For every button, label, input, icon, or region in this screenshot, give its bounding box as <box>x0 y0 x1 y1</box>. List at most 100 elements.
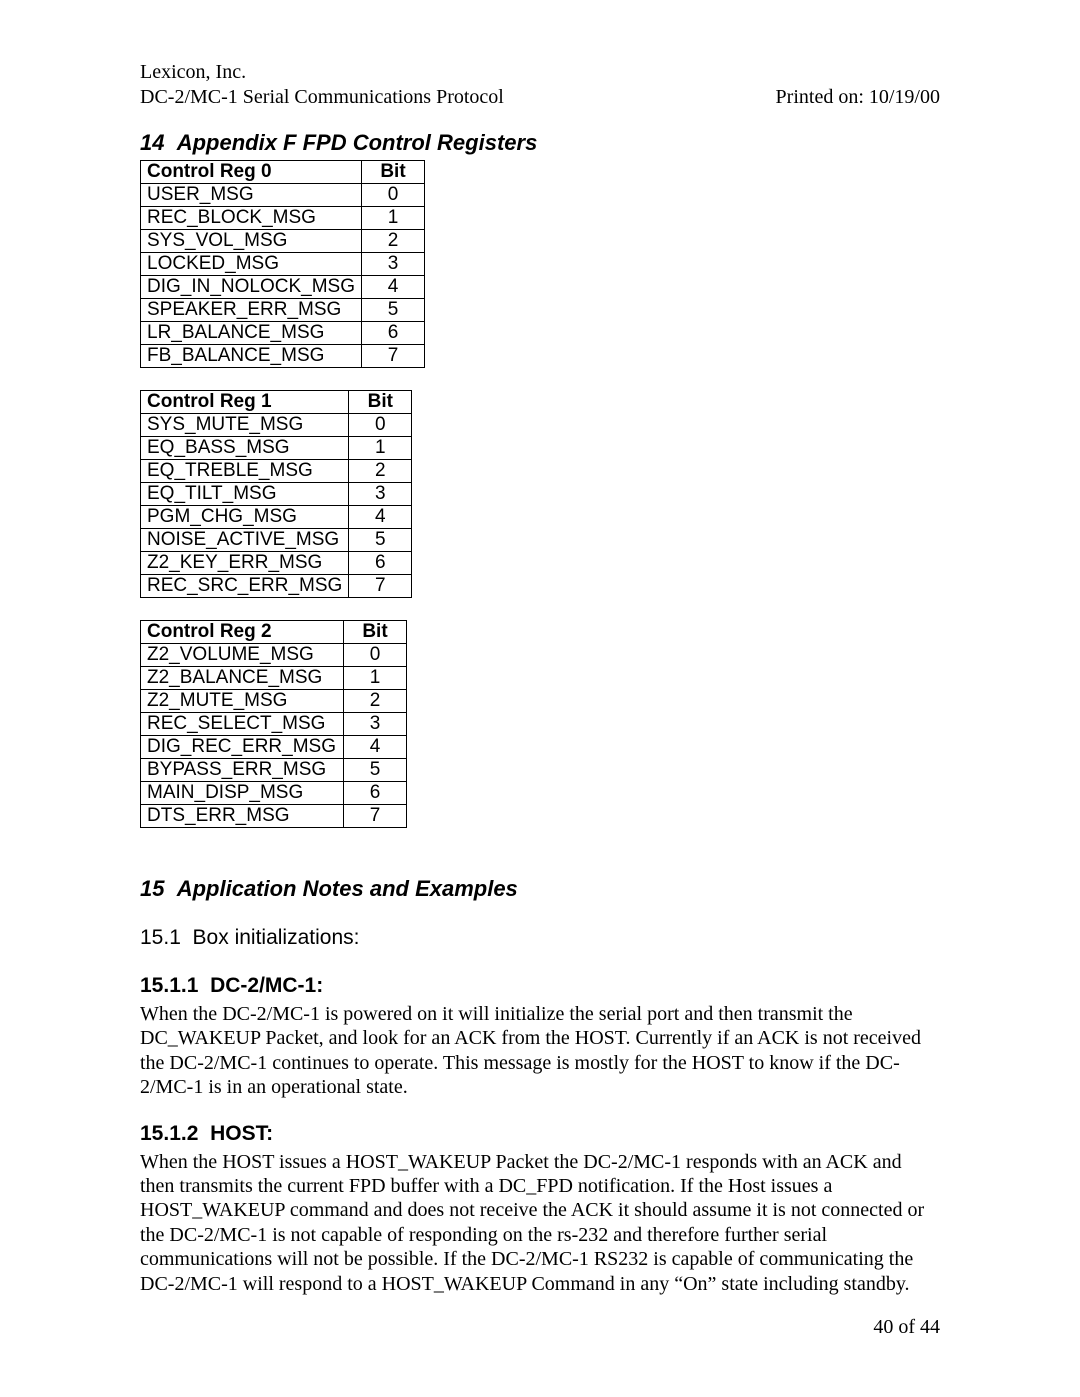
reg-name: Z2_MUTE_MSG <box>141 690 344 713</box>
table-row: Z2_BALANCE_MSG1 <box>141 667 407 690</box>
table-row: LR_BALANCE_MSG6 <box>141 322 425 345</box>
table-row: USER_MSG0 <box>141 184 425 207</box>
reg-name: MAIN_DISP_MSG <box>141 782 344 805</box>
subsection-15-1-1-number: 15.1.1 <box>140 974 198 997</box>
header-left: Lexicon, Inc. DC-2/MC-1 Serial Communica… <box>140 60 504 110</box>
subsection-15-1-heading: 15.1 Box initializations: <box>140 926 940 950</box>
section-15-heading: 15 Application Notes and Examples <box>140 876 940 902</box>
table-row: REC_BLOCK_MSG1 <box>141 207 425 230</box>
table-header-bit: Bit <box>344 621 407 644</box>
control-reg-0-table: Control Reg 0 Bit USER_MSG0 REC_BLOCK_MS… <box>140 160 425 368</box>
reg-bit: 2 <box>344 690 407 713</box>
reg-name: LR_BALANCE_MSG <box>141 322 362 345</box>
header-right: Printed on: 10/19/00 <box>776 85 940 110</box>
reg-bit: 5 <box>344 759 407 782</box>
reg-bit: 4 <box>344 736 407 759</box>
subsection-15-1-1-title: DC-2/MC-1: <box>210 974 323 997</box>
reg-bit: 1 <box>362 207 425 230</box>
page-header: Lexicon, Inc. DC-2/MC-1 Serial Communica… <box>140 60 940 110</box>
reg-bit: 6 <box>362 322 425 345</box>
table-row: NOISE_ACTIVE_MSG5 <box>141 529 412 552</box>
control-reg-2-table: Control Reg 2 Bit Z2_VOLUME_MSG0 Z2_BALA… <box>140 620 407 828</box>
table-row: EQ_TILT_MSG3 <box>141 483 412 506</box>
printed-on: Printed on: 10/19/00 <box>776 85 940 110</box>
table-header-name: Control Reg 1 <box>141 391 349 414</box>
table-row: BYPASS_ERR_MSG5 <box>141 759 407 782</box>
reg-name: BYPASS_ERR_MSG <box>141 759 344 782</box>
table-row: EQ_TREBLE_MSG2 <box>141 460 412 483</box>
subsection-15-1-2-heading: 15.1.2 HOST: <box>140 1122 940 1146</box>
reg-name: EQ_TREBLE_MSG <box>141 460 349 483</box>
reg-name: DIG_REC_ERR_MSG <box>141 736 344 759</box>
subsection-15-1-2-title: HOST: <box>210 1122 273 1145</box>
reg-bit: 3 <box>362 253 425 276</box>
table-header-name: Control Reg 0 <box>141 161 362 184</box>
company-name: Lexicon, Inc. <box>140 60 504 85</box>
subsection-15-1-1-heading: 15.1.1 DC-2/MC-1: <box>140 974 940 998</box>
control-reg-1-table: Control Reg 1 Bit SYS_MUTE_MSG0 EQ_BASS_… <box>140 390 412 598</box>
paragraph-15-1-1: When the DC-2/MC-1 is powered on it will… <box>140 1002 940 1100</box>
page: Lexicon, Inc. DC-2/MC-1 Serial Communica… <box>0 0 1080 1397</box>
reg-bit: 0 <box>349 414 412 437</box>
reg-bit: 0 <box>344 644 407 667</box>
table-row: LOCKED_MSG3 <box>141 253 425 276</box>
reg-name: SYS_MUTE_MSG <box>141 414 349 437</box>
reg-name: REC_BLOCK_MSG <box>141 207 362 230</box>
section-15-title: Application Notes and Examples <box>177 876 518 901</box>
table-row: PGM_CHG_MSG4 <box>141 506 412 529</box>
section-14-number: 14 <box>140 130 164 155</box>
reg-bit: 2 <box>349 460 412 483</box>
table-row: DIG_IN_NOLOCK_MSG4 <box>141 276 425 299</box>
table-row: SYS_VOL_MSG2 <box>141 230 425 253</box>
reg-name: LOCKED_MSG <box>141 253 362 276</box>
section-14-title: Appendix F FPD Control Registers <box>177 130 538 155</box>
reg-name: EQ_TILT_MSG <box>141 483 349 506</box>
subsection-15-1-number: 15.1 <box>140 926 181 949</box>
reg-bit: 4 <box>349 506 412 529</box>
reg-name: Z2_KEY_ERR_MSG <box>141 552 349 575</box>
reg-name: USER_MSG <box>141 184 362 207</box>
reg-name: Z2_VOLUME_MSG <box>141 644 344 667</box>
table-row: REC_SRC_ERR_MSG7 <box>141 575 412 598</box>
reg-name: NOISE_ACTIVE_MSG <box>141 529 349 552</box>
reg-bit: 5 <box>362 299 425 322</box>
reg-bit: 7 <box>349 575 412 598</box>
reg-name: EQ_BASS_MSG <box>141 437 349 460</box>
reg-name: FB_BALANCE_MSG <box>141 345 362 368</box>
reg-name: PGM_CHG_MSG <box>141 506 349 529</box>
reg-bit: 7 <box>344 805 407 828</box>
table-row: FB_BALANCE_MSG7 <box>141 345 425 368</box>
reg-name: Z2_BALANCE_MSG <box>141 667 344 690</box>
reg-name: REC_SRC_ERR_MSG <box>141 575 349 598</box>
reg-bit: 7 <box>362 345 425 368</box>
subsection-15-1-2-number: 15.1.2 <box>140 1122 198 1145</box>
document-title: DC-2/MC-1 Serial Communications Protocol <box>140 85 504 110</box>
table-row: Z2_VOLUME_MSG0 <box>141 644 407 667</box>
reg-bit: 6 <box>349 552 412 575</box>
section-14-heading: 14 Appendix F FPD Control Registers <box>140 130 940 156</box>
reg-bit: 4 <box>362 276 425 299</box>
table-row: SPEAKER_ERR_MSG5 <box>141 299 425 322</box>
table-row: REC_SELECT_MSG3 <box>141 713 407 736</box>
table-row: EQ_BASS_MSG1 <box>141 437 412 460</box>
table-row: Z2_MUTE_MSG2 <box>141 690 407 713</box>
reg-bit: 3 <box>344 713 407 736</box>
reg-bit: 6 <box>344 782 407 805</box>
table-header-name: Control Reg 2 <box>141 621 344 644</box>
reg-bit: 2 <box>362 230 425 253</box>
reg-name: DIG_IN_NOLOCK_MSG <box>141 276 362 299</box>
table-header-bit: Bit <box>349 391 412 414</box>
table-row: DIG_REC_ERR_MSG4 <box>141 736 407 759</box>
table-header-bit: Bit <box>362 161 425 184</box>
reg-name: SYS_VOL_MSG <box>141 230 362 253</box>
paragraph-15-1-2: When the HOST issues a HOST_WAKEUP Packe… <box>140 1150 940 1296</box>
reg-bit: 5 <box>349 529 412 552</box>
table-row: SYS_MUTE_MSG0 <box>141 414 412 437</box>
reg-bit: 0 <box>362 184 425 207</box>
reg-bit: 1 <box>344 667 407 690</box>
subsection-15-1-title: Box initializations: <box>193 926 360 949</box>
section-15-number: 15 <box>140 876 164 901</box>
table-row: DTS_ERR_MSG7 <box>141 805 407 828</box>
reg-bit: 1 <box>349 437 412 460</box>
table-row: Z2_KEY_ERR_MSG6 <box>141 552 412 575</box>
